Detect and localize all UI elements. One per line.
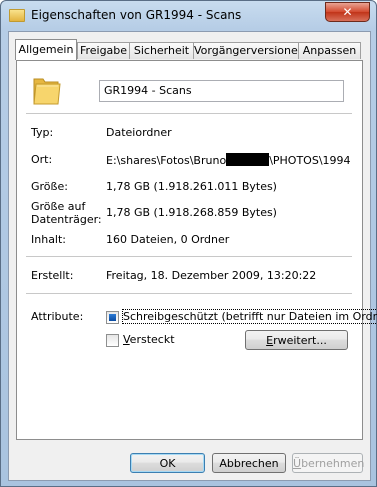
readonly-checkbox-label[interactable]: Schreibgeschützt (betrifft nur Dateien i… xyxy=(121,309,377,324)
location-value: E:\shares\Fotos\Bruno \PHOTOS\1994 xyxy=(106,153,351,168)
type-value: Dateiordner xyxy=(106,126,172,139)
tab-freigabe[interactable]: Freigabe xyxy=(77,42,130,59)
location-label: Ort: xyxy=(31,153,53,166)
attributes-label: Attribute: xyxy=(31,310,84,323)
type-label: Typ: xyxy=(31,126,54,139)
general-tab-panel: Typ: Dateiordner Ort: E:\shares\Fotos\Br… xyxy=(16,60,377,440)
hidden-checkbox-label[interactable]: Versteckt xyxy=(123,333,175,346)
created-value: Freitag, 18. Dezember 2009, 13:20:22 xyxy=(106,269,317,282)
disk-size-label-line1: Größe auf xyxy=(31,200,86,213)
properties-window: Eigenschaften von GR1994 - Scans ✕ Allge… xyxy=(0,0,377,487)
created-label: Erstellt: xyxy=(31,269,74,282)
hidden-label-rest: ersteckt xyxy=(129,333,175,346)
size-label: Größe: xyxy=(31,180,68,193)
disk-size-label-line2: Datenträger: xyxy=(31,213,102,226)
tab-anpassen[interactable]: Anpassen xyxy=(298,42,361,59)
advanced-button[interactable]: Erweitert... xyxy=(245,330,348,350)
dialog-body: Allgemein Freigabe Sicherheit Vorgängerv… xyxy=(8,31,377,481)
cancel-button[interactable]: Abbrechen xyxy=(212,453,286,473)
folder-icon xyxy=(33,78,61,105)
tab-vorgaengerversionen[interactable]: Vorgängerversionen xyxy=(193,42,305,59)
title-bar[interactable]: Eigenschaften von GR1994 - Scans ✕ xyxy=(1,1,376,31)
location-suffix: \PHOTOS\1994 xyxy=(269,154,351,167)
separator xyxy=(26,293,352,294)
ok-button[interactable]: OK xyxy=(130,453,205,473)
advanced-label-rest: rweitert... xyxy=(273,334,327,347)
separator xyxy=(26,113,352,114)
folder-name-input[interactable] xyxy=(99,80,344,102)
location-prefix: E:\shares\Fotos\Bruno xyxy=(106,154,227,167)
tab-allgemein[interactable]: Allgemein xyxy=(15,39,77,60)
readonly-checkbox[interactable] xyxy=(106,311,119,324)
tab-sicherheit[interactable]: Sicherheit xyxy=(129,42,194,59)
folder-icon-small xyxy=(9,9,25,22)
contents-value: 160 Dateien, 0 Ordner xyxy=(106,233,230,246)
window-title: Eigenschaften von GR1994 - Scans xyxy=(31,8,242,22)
size-value: 1,78 GB (1.918.261.011 Bytes) xyxy=(106,180,277,193)
separator xyxy=(26,256,352,257)
close-icon: ✕ xyxy=(342,5,353,19)
redaction-block xyxy=(226,153,270,166)
apply-button[interactable]: Übernehmen xyxy=(292,453,365,473)
apply-label-rest: bernehmen xyxy=(301,457,365,470)
disk-size-value: 1,78 GB (1.918.268.859 Bytes) xyxy=(106,206,277,219)
hidden-checkbox[interactable] xyxy=(106,334,119,347)
close-button[interactable]: ✕ xyxy=(325,2,370,22)
contents-label: Inhalt: xyxy=(31,233,67,246)
